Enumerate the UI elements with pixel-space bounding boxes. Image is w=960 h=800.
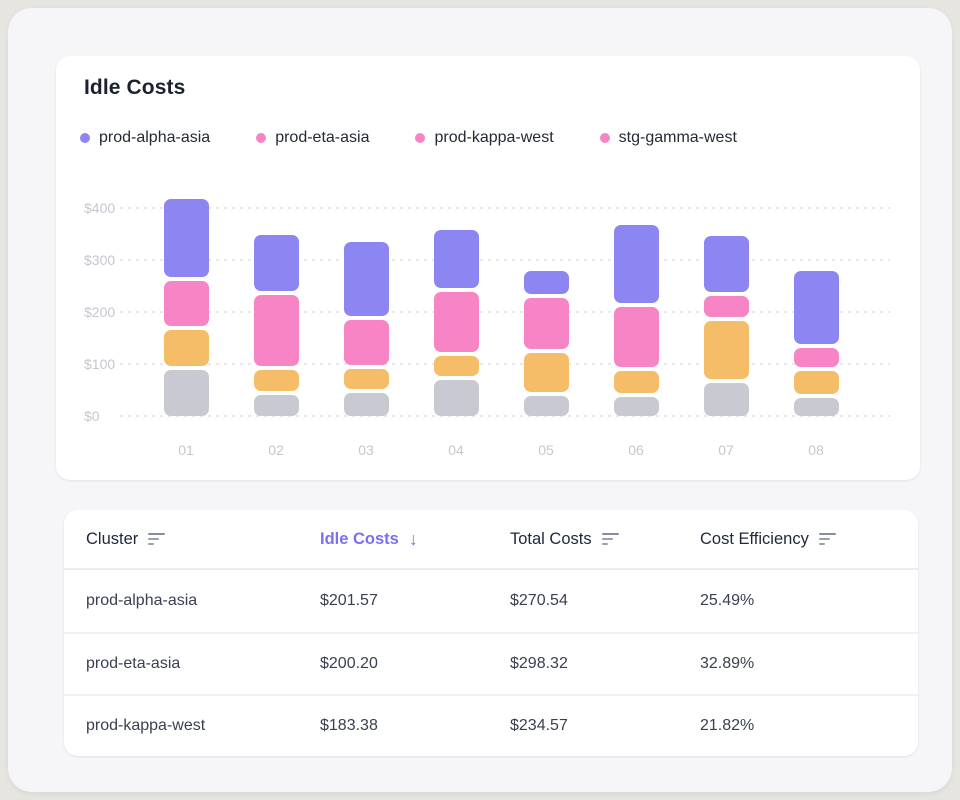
bar-segment-prod-kappa-west[interactable] (344, 369, 389, 389)
y-axis-tick-label: $200 (84, 304, 144, 320)
column-header-3[interactable]: Cost Efficiency (700, 530, 918, 549)
bar-segment-prod-kappa-west[interactable] (794, 371, 839, 393)
clusters-table-card: Cluster Idle Costs ↓ Total Costs Cost Effici… (64, 510, 918, 756)
cell-cluster: prod-eta-asia (86, 655, 320, 673)
bar-segment-stg-gamma-west[interactable] (794, 398, 839, 416)
y-axis-tick-label: $300 (84, 252, 144, 268)
bar-segment-prod-alpha-asia[interactable] (794, 271, 839, 344)
bar-segment-prod-alpha-asia[interactable] (344, 242, 389, 315)
x-axis-label: 02 (254, 442, 299, 458)
table-row: prod-kappa-west$183.38$234.5721.82% (64, 694, 918, 756)
cell-total_costs: $270.54 (510, 592, 700, 610)
bar-segment-prod-alpha-asia[interactable] (614, 225, 659, 304)
bar-segment-prod-alpha-asia[interactable] (524, 271, 569, 294)
bar-segment-prod-eta-asia[interactable] (434, 292, 479, 353)
x-axis-label: 08 (794, 442, 839, 458)
table-header-row: Cluster Idle Costs ↓ Total Costs Cost Effici… (64, 510, 918, 570)
cell-cluster: prod-kappa-west (86, 717, 320, 735)
cell-idle_costs: $200.20 (320, 655, 510, 673)
x-axis-label: 01 (164, 442, 209, 458)
bar-segment-prod-eta-asia[interactable] (704, 296, 749, 317)
column-header-0[interactable]: Cluster (86, 530, 320, 549)
column-header-label: Idle Costs (320, 530, 399, 549)
bar-segment-prod-kappa-west[interactable] (434, 356, 479, 376)
x-axis-label: 06 (614, 442, 659, 458)
sort-icon (819, 533, 836, 545)
stacked-bar-chart: $0 $100 $200 $300 $400 01 02 03 04 05 06 07 08 (56, 56, 920, 480)
cell-idle_costs: $201.57 (320, 592, 510, 610)
cell-cluster: prod-alpha-asia (86, 592, 320, 610)
bar-segment-prod-eta-asia[interactable] (524, 298, 569, 349)
bar-segment-stg-gamma-west[interactable] (434, 380, 479, 416)
x-axis-label: 07 (704, 442, 749, 458)
cell-cost_efficiency: 32.89% (700, 655, 918, 673)
bar-segment-prod-kappa-west[interactable] (704, 321, 749, 379)
bar-segment-stg-gamma-west[interactable] (524, 396, 569, 416)
bar-segment-prod-alpha-asia[interactable] (164, 199, 209, 277)
dashboard-panel: Idle Costs prod-alpha-asiaprod-eta-asiap… (8, 8, 952, 792)
sort-icon (148, 533, 165, 545)
x-axis-label: 05 (524, 442, 569, 458)
column-header-label: Cluster (86, 530, 138, 549)
bar-segment-prod-eta-asia[interactable] (344, 320, 389, 366)
bar-segment-stg-gamma-west[interactable] (614, 397, 659, 416)
idle-costs-chart-card: Idle Costs prod-alpha-asiaprod-eta-asiap… (56, 56, 920, 480)
bar-segment-stg-gamma-west[interactable] (344, 393, 389, 416)
gridline (120, 363, 890, 365)
bar-segment-prod-alpha-asia[interactable] (704, 236, 749, 292)
table-row: prod-eta-asia$200.20$298.3232.89% (64, 632, 918, 694)
bar-segment-prod-eta-asia[interactable] (254, 295, 299, 366)
gridline (120, 311, 890, 313)
bar-segment-stg-gamma-west[interactable] (164, 370, 209, 416)
column-header-1[interactable]: Idle Costs ↓ (320, 530, 510, 549)
gridline (120, 259, 890, 261)
bar-segment-prod-eta-asia[interactable] (794, 348, 839, 367)
x-axis-label: 03 (344, 442, 389, 458)
bar-segment-prod-kappa-west[interactable] (524, 353, 569, 392)
cell-total_costs: $234.57 (510, 717, 700, 735)
bar-segment-prod-kappa-west[interactable] (254, 370, 299, 391)
cell-idle_costs: $183.38 (320, 717, 510, 735)
y-axis-tick-label: $100 (84, 356, 144, 372)
bar-segment-prod-kappa-west[interactable] (164, 330, 209, 366)
gridline (120, 415, 890, 417)
table-body: prod-alpha-asia$201.57$270.5425.49%prod-… (64, 570, 918, 756)
bar-segment-prod-alpha-asia[interactable] (254, 235, 299, 291)
table-row: prod-alpha-asia$201.57$270.5425.49% (64, 570, 918, 632)
cell-cost_efficiency: 21.82% (700, 717, 918, 735)
y-axis-tick-label: $400 (84, 200, 144, 216)
bar-segment-stg-gamma-west[interactable] (704, 383, 749, 416)
bar-segment-prod-eta-asia[interactable] (614, 307, 659, 367)
bar-segment-prod-kappa-west[interactable] (614, 371, 659, 393)
sort-descending-icon: ↓ (409, 530, 418, 548)
gridline (120, 207, 890, 209)
x-axis-label: 04 (434, 442, 479, 458)
bar-segment-prod-eta-asia[interactable] (164, 281, 209, 326)
cell-cost_efficiency: 25.49% (700, 592, 918, 610)
bar-segment-prod-alpha-asia[interactable] (434, 230, 479, 287)
column-header-label: Cost Efficiency (700, 530, 809, 549)
sort-icon (602, 533, 619, 545)
y-axis-tick-label: $0 (84, 408, 144, 424)
column-header-label: Total Costs (510, 530, 592, 549)
cell-total_costs: $298.32 (510, 655, 700, 673)
column-header-2[interactable]: Total Costs (510, 530, 700, 549)
bar-segment-stg-gamma-west[interactable] (254, 395, 299, 416)
